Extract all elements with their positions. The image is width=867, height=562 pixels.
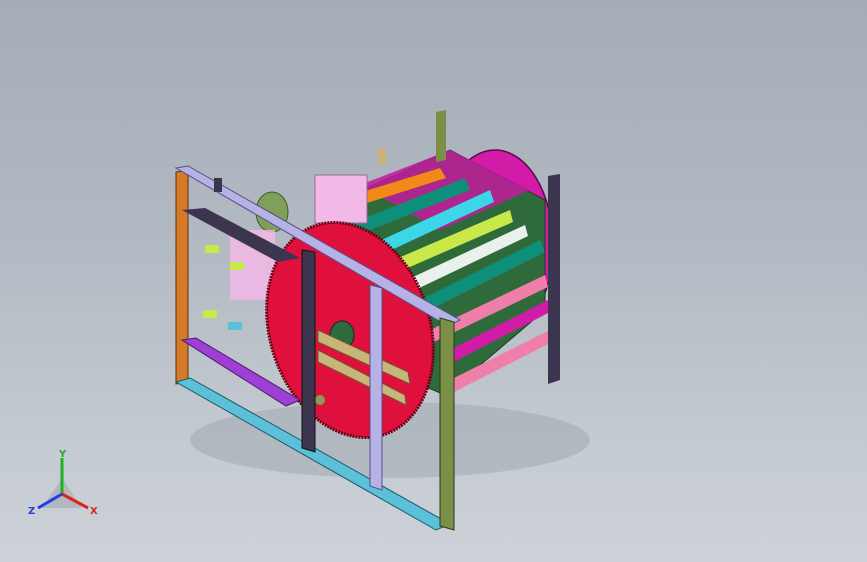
frame-back-post: [548, 174, 560, 384]
frame-post-mid2: [369, 284, 383, 491]
cad-model-assembly[interactable]: [0, 0, 867, 562]
disk-bolt: [315, 395, 325, 405]
triad-z-label: Z: [28, 506, 35, 517]
triad-y-label: Y: [58, 449, 67, 460]
orientation-triad[interactable]: Y X Z: [22, 448, 112, 528]
bracket: [378, 148, 386, 164]
triad-x-label: X: [90, 506, 98, 517]
motor-housing: [314, 174, 368, 224]
graphics-viewport[interactable]: Y X Z: [0, 0, 867, 562]
frame-post-left: [175, 169, 189, 385]
bracket: [205, 245, 219, 253]
bracket: [230, 262, 244, 270]
bracket: [228, 322, 242, 330]
frame-post-mid: [301, 249, 316, 453]
bracket: [214, 178, 222, 192]
bracket: [203, 310, 217, 318]
frame-back-top: [436, 110, 446, 162]
frame-post-right: [439, 317, 455, 531]
